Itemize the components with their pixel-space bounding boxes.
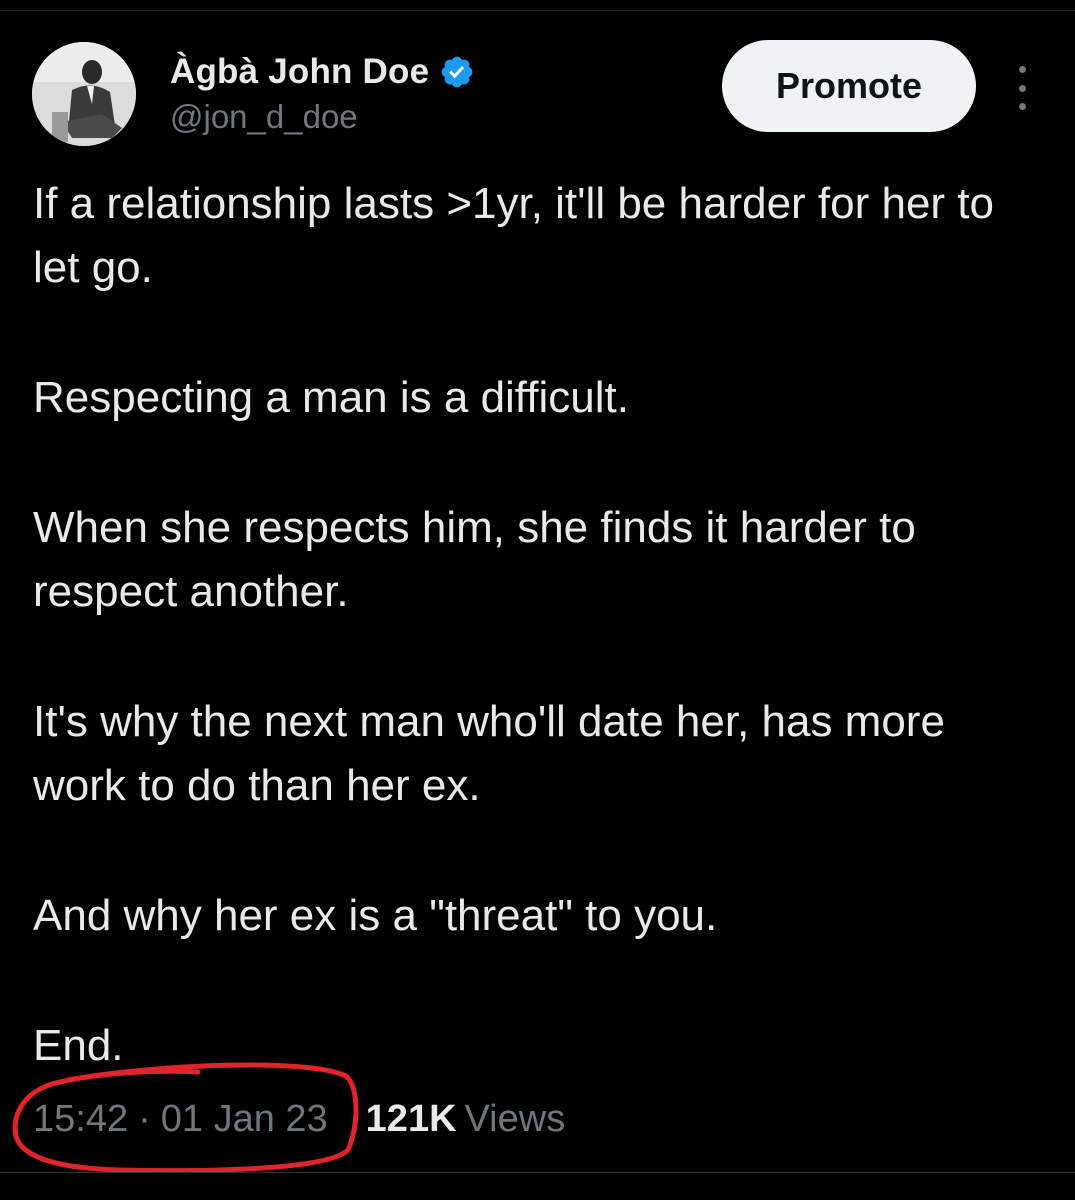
views-label: Views <box>464 1097 566 1140</box>
tweet-body: If a relationship lasts >1yr, it'll be h… <box>33 172 1043 1078</box>
tweet-paragraph: It's why the next man who'll date her, h… <box>33 697 945 810</box>
verified-badge-icon <box>439 54 475 90</box>
tweet-paragraph: When she respects him, she finds it hard… <box>33 503 916 616</box>
bottom-divider <box>0 1172 1075 1173</box>
tweet-meta: 15:42 · 01 Jan 23 121K Views <box>33 1094 565 1144</box>
tweet-paragraph: If a relationship lasts >1yr, it'll be h… <box>33 179 994 292</box>
more-options-icon[interactable] <box>1010 66 1034 110</box>
tweet-time[interactable]: 15:42 <box>33 1098 128 1141</box>
tweet-paragraph: End. <box>33 1021 124 1070</box>
tweet-paragraph: And why her ex is a "threat" to you. <box>33 891 718 940</box>
display-name[interactable]: Àgbà John Doe <box>170 52 429 92</box>
tweet-paragraph: Respecting a man is a difficult. <box>33 373 629 422</box>
user-handle[interactable]: @jon_d_doe <box>170 98 358 136</box>
view-count[interactable]: 121K <box>366 1098 457 1141</box>
avatar[interactable] <box>32 42 136 146</box>
tweet-header: Àgbà John Doe @jon_d_doe Promote <box>0 0 1075 150</box>
promote-button[interactable]: Promote <box>722 40 976 132</box>
avatar-photo-icon <box>32 42 136 146</box>
meta-separator: · <box>138 1097 151 1140</box>
display-name-row: Àgbà John Doe <box>170 50 475 94</box>
tweet-date[interactable]: 01 Jan 23 <box>161 1098 328 1141</box>
